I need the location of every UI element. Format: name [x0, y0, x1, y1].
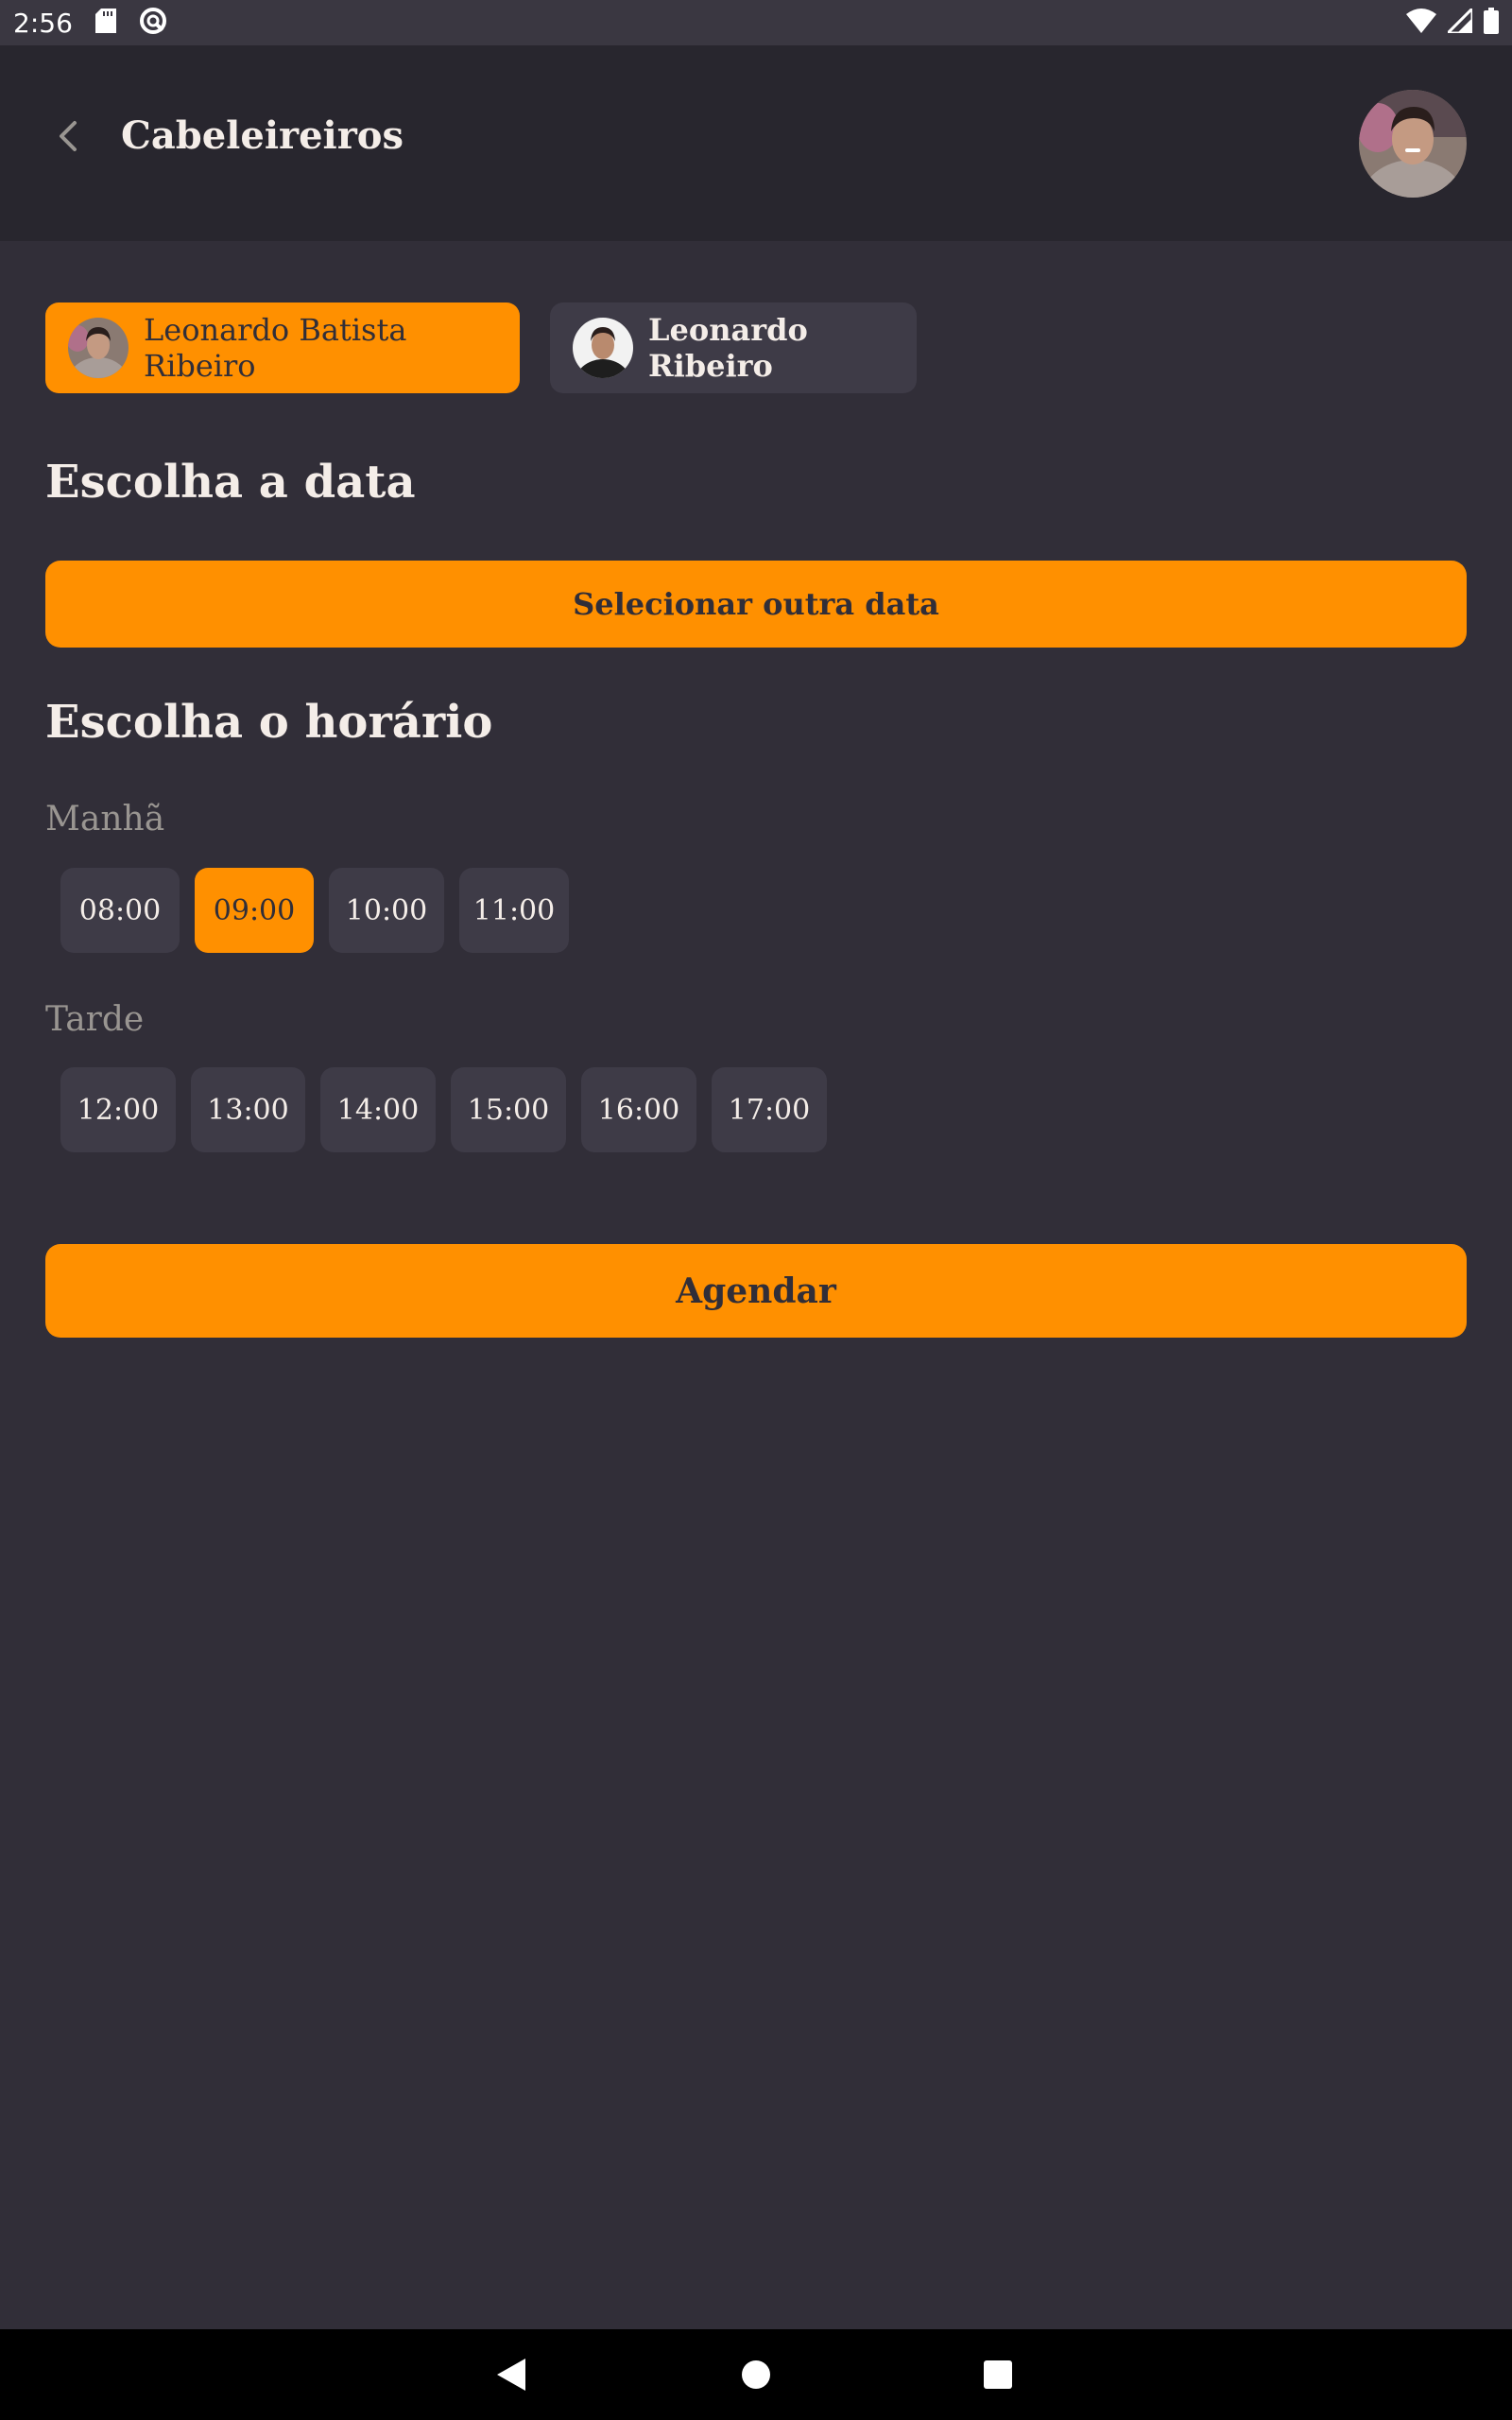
sd-card-icon: [94, 9, 116, 37]
afternoon-label: Tarde: [45, 1000, 145, 1039]
provider-name: Leonardo Ribeiro: [648, 312, 808, 384]
provider-name: Leonardo Batista Ribeiro: [144, 312, 407, 384]
status-time: 2:56: [13, 7, 73, 39]
battery-icon: [1484, 8, 1499, 38]
status-left: 2:56: [13, 7, 167, 39]
back-button[interactable]: [42, 112, 94, 164]
sync-icon: [139, 7, 167, 39]
provider-chip-leonardo-batista-ribeiro[interactable]: Leonardo Batista Ribeiro: [45, 302, 520, 393]
provider-avatar: [68, 318, 129, 378]
time-section-title: Escolha o horário: [45, 696, 493, 749]
status-bar: 2:56: [0, 0, 1512, 45]
time-slot-0800[interactable]: 08:00: [60, 868, 180, 953]
page-title: Cabeleireiros: [121, 113, 404, 158]
afternoon-slots: 12:00 13:00 14:00 15:00 16:00 17:00: [60, 1067, 827, 1152]
user-avatar[interactable]: [1359, 90, 1467, 198]
cell-signal-icon: [1444, 5, 1474, 37]
status-right: [1406, 5, 1499, 38]
wifi-icon: [1406, 9, 1436, 37]
time-slot-1700[interactable]: 17:00: [712, 1067, 827, 1152]
time-slot-1100[interactable]: 11:00: [459, 868, 569, 953]
provider-chip-leonardo-ribeiro[interactable]: Leonardo Ribeiro: [550, 302, 917, 393]
select-date-button[interactable]: Selecionar outra data: [45, 561, 1467, 648]
app-header: Cabeleireiros: [0, 45, 1512, 241]
nav-recents-icon[interactable]: [975, 2352, 1021, 2397]
date-section-title: Escolha a data: [45, 456, 416, 509]
time-slot-1000[interactable]: 10:00: [329, 868, 444, 953]
time-slot-1400[interactable]: 14:00: [320, 1067, 436, 1152]
time-slot-0900[interactable]: 09:00: [195, 868, 314, 953]
time-slot-1300[interactable]: 13:00: [191, 1067, 305, 1152]
time-slot-1600[interactable]: 16:00: [581, 1067, 696, 1152]
morning-slots: 08:00 09:00 10:00 11:00: [60, 868, 569, 953]
nav-home-icon[interactable]: [733, 2352, 779, 2397]
provider-avatar: [573, 318, 633, 378]
chevron-left-icon: [56, 120, 80, 156]
system-nav-bar: [0, 2329, 1512, 2420]
time-slot-1200[interactable]: 12:00: [60, 1067, 176, 1152]
nav-back-icon[interactable]: [490, 2352, 535, 2397]
time-slot-1500[interactable]: 15:00: [451, 1067, 566, 1152]
morning-label: Manhã: [45, 800, 165, 838]
schedule-button[interactable]: Agendar: [45, 1244, 1467, 1338]
